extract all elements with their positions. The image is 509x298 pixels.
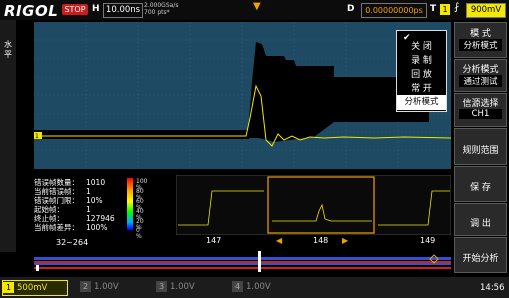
start-analysis-button[interactable]: 开始分析 [454, 237, 507, 273]
ch4-scale: 1.00V [246, 282, 271, 292]
thumb-frame-next[interactable]: 149 [420, 236, 435, 245]
mode-title: 模 式 [470, 29, 491, 39]
ch3-scale: 1.00V [170, 282, 195, 292]
info-value-current-error: 1 [86, 187, 91, 196]
load-button[interactable]: 调 出 [454, 203, 507, 236]
save-label: 保 存 [470, 183, 491, 193]
trigger-source[interactable]: 1 [440, 4, 450, 15]
info-label-error-count: 错误帧数量： [34, 178, 79, 187]
scale-0: 0 % [136, 227, 142, 240]
horizontal-tab-char-1: 水 [4, 40, 12, 49]
info-label-end-frame: 终止帧： [34, 214, 64, 223]
brand-logo: RIGOL [4, 2, 59, 20]
info-value-threshold: 10% [86, 196, 103, 205]
info-label-start-frame: 起始帧： [34, 205, 64, 214]
frame-timeline[interactable] [34, 251, 451, 272]
color-scale-bar [127, 178, 133, 230]
popup-item-record[interactable]: 录 制 [397, 53, 446, 66]
sample-rate-info: 2.000GSa/s 700 pts* [144, 2, 178, 16]
popup-item-always-on[interactable]: 常 开 [397, 81, 446, 94]
ch1-number: 1 [3, 282, 14, 293]
clock: 14:56 [480, 283, 505, 293]
ch4-number: 4 [232, 281, 243, 292]
popup-item-playback[interactable]: 回 放 [397, 67, 446, 80]
trigger-label: T [430, 4, 437, 14]
rising-edge-icon: ⨏ [454, 2, 460, 13]
channel-1-status[interactable]: 1 500mV [2, 280, 68, 296]
save-button[interactable]: 保 存 [454, 166, 507, 202]
trigger-level[interactable]: 900mV [466, 3, 506, 18]
info-value-error-count: 1010 [86, 178, 106, 187]
horizontal-tab-label: 水 平 [2, 40, 14, 60]
thumb-frame-prev[interactable]: 147 [206, 236, 221, 245]
channel-3-status[interactable]: 3 1.00V [156, 280, 216, 294]
rule-range-button[interactable]: 规则范围 [454, 128, 507, 165]
svg-text:1: 1 [35, 133, 39, 140]
timebase-value[interactable]: 10.00ns [103, 3, 143, 18]
trigger-position-marker-icon: ▼ [253, 1, 261, 12]
horizontal-label: H [92, 4, 100, 14]
load-label: 调 出 [470, 219, 491, 229]
analysis-title: 分析模式 [462, 65, 499, 75]
analysis-info-panel: 错误帧数量： 1010 当前错误帧： 1 错误帧门限： 10% 起始帧： 1 终… [34, 172, 174, 232]
sample-rate: 2.000GSa/s [144, 2, 179, 9]
delay-label: D [347, 4, 355, 14]
info-label-threshold: 错误帧门限： [34, 196, 79, 205]
info-value-start-frame: 1 [86, 205, 91, 214]
memory-depth: 700 pts* [144, 9, 170, 16]
start-analysis-label: 开始分析 [462, 254, 499, 264]
next-frame-arrow-icon[interactable]: ▶ [342, 236, 348, 245]
prev-frame-arrow-icon[interactable]: ◀ [276, 236, 282, 245]
ch2-number: 2 [80, 281, 91, 292]
delay-value[interactable]: 0.00000000ps [361, 3, 427, 18]
ch1-scale: 500mV [17, 283, 48, 293]
run-status-badge[interactable]: STOP [62, 4, 88, 15]
waveform-graph: 1 [34, 22, 451, 169]
source-value: CH1 [459, 109, 502, 119]
channel-2-status[interactable]: 2 1.00V [80, 280, 140, 294]
popup-item-analysis-mode[interactable]: 分析模式 [397, 95, 446, 110]
source-title: 信源选择 [462, 99, 499, 109]
rule-range-label: 规则范围 [462, 146, 499, 156]
thumb-frame-current[interactable]: 148 [313, 236, 328, 245]
check-icon: ✔ [403, 33, 411, 43]
frame-range: 32~264 [56, 238, 89, 247]
mode-value: 分析模式 [459, 39, 502, 51]
frame-thumbnails [176, 175, 451, 235]
info-value-frame-diff: 100% [86, 223, 108, 232]
horizontal-tab-char-2: 平 [4, 50, 12, 59]
info-label-frame-diff: 当前帧差异： [34, 223, 79, 232]
channel-4-status[interactable]: 4 1.00V [232, 280, 292, 294]
ch3-number: 3 [156, 281, 167, 292]
ch2-scale: 1.00V [94, 282, 119, 292]
info-label-current-error: 当前错误帧： [34, 187, 79, 196]
analysis-value: 通过测试 [459, 75, 502, 87]
source-select-button[interactable]: 信源选择 CH1 [454, 93, 507, 127]
analysis-mode-button[interactable]: 分析模式 通过测试 [454, 59, 507, 92]
info-value-end-frame: 127946 [86, 214, 115, 223]
mode-menu-button[interactable]: 模 式 分析模式 [454, 22, 507, 58]
